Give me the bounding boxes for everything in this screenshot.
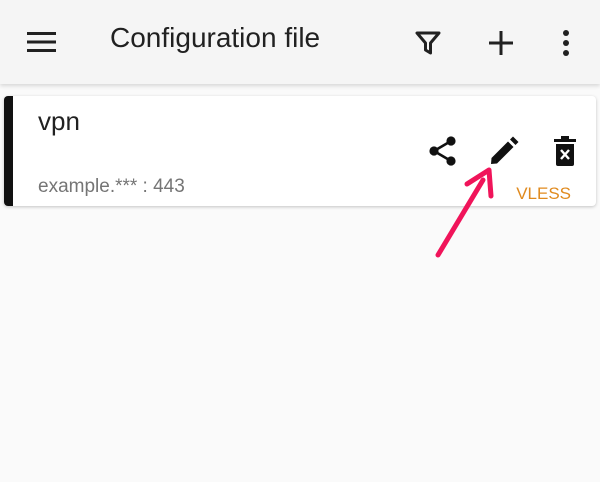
share-icon <box>429 136 456 166</box>
protocol-type-label: VLESS <box>516 184 571 203</box>
share-button[interactable] <box>421 129 465 173</box>
selected-indicator <box>4 96 13 206</box>
server-card[interactable]: vpn example.***: 443 VLESS <box>4 96 596 206</box>
filter-icon <box>415 31 441 55</box>
delete-icon <box>554 136 576 166</box>
page-title: Configuration file <box>110 22 321 53</box>
server-remarks: vpn <box>38 106 80 136</box>
more-options-button[interactable] <box>542 19 590 67</box>
add-icon <box>489 31 513 55</box>
menu-button[interactable] <box>18 18 66 66</box>
delete-button[interactable] <box>543 129 587 173</box>
add-button[interactable] <box>477 19 525 67</box>
edit-button[interactable] <box>482 129 526 173</box>
server-address: example.*** : 443 <box>38 176 185 197</box>
app-bar: Configuration file <box>0 0 600 84</box>
more-vert-icon <box>563 30 569 56</box>
filter-button[interactable] <box>404 19 452 67</box>
edit-icon <box>491 136 519 164</box>
screen: Configuration file vpn example.***: 443… <box>0 0 600 482</box>
menu-icon <box>27 32 56 52</box>
